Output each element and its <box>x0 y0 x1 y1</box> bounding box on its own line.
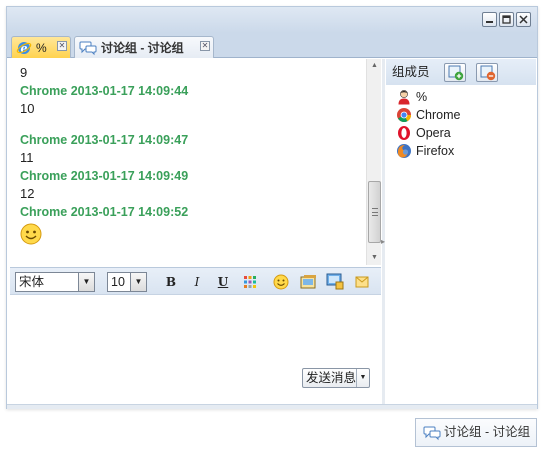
maximize-icon <box>502 15 511 24</box>
tab-close-button[interactable]: ✕ <box>57 41 67 51</box>
taskbar-discussion-tab[interactable]: 讨论组 - 讨论组 <box>415 418 537 447</box>
chat-window: e % ✕ 讨论组 - 讨论组 ✕ 9 Chrome 2013-01-17 14… <box>6 6 538 409</box>
member-panel-title: 组成员 <box>392 65 430 79</box>
message-text: 10 <box>20 101 35 116</box>
close-icon <box>519 15 528 24</box>
member-item[interactable]: Opera <box>396 124 451 142</box>
font-size-value: 10 <box>111 275 125 289</box>
message-text: 12 <box>20 186 35 201</box>
format-toolbar: 宋体 ▼ 10 ▼ B I U <box>10 267 381 295</box>
tab-discussion[interactable]: 讨论组 - 讨论组 ✕ <box>74 36 214 58</box>
message-sender: Chrome 2013-01-17 14:09:47 <box>20 133 189 147</box>
tab-percent[interactable]: e % ✕ <box>11 36 71 58</box>
scroll-up-arrow-icon[interactable]: ▲ <box>367 59 381 73</box>
ie-icon: e <box>16 41 32 55</box>
discussion-icon <box>423 426 441 441</box>
message-sender: Chrome 2013-01-17 14:09:52 <box>20 205 189 219</box>
italic-button[interactable]: I <box>189 274 205 290</box>
chat-history[interactable]: 9 Chrome 2013-01-17 14:09:44 10 Chrome 2… <box>10 59 381 265</box>
remove-member-icon <box>480 65 496 81</box>
message-list: 9 Chrome 2013-01-17 14:09:44 10 Chrome 2… <box>20 64 360 248</box>
member-panel-header: 组成员 <box>386 59 536 85</box>
tab-close-button[interactable]: ✕ <box>200 41 210 51</box>
member-name: Opera <box>416 126 451 140</box>
tab-label: % <box>36 40 47 55</box>
member-item[interactable]: Firefox <box>396 142 454 160</box>
add-member-icon <box>448 65 464 81</box>
firefox-icon <box>397 144 411 158</box>
window-bottom-border <box>7 404 537 409</box>
send-button[interactable]: 发送消息 ▼ <box>302 368 370 388</box>
chrome-icon <box>397 108 412 123</box>
dropdown-arrow-icon[interactable]: ▼ <box>130 273 146 291</box>
color-palette-icon[interactable] <box>243 275 257 289</box>
remove-member-button[interactable] <box>476 63 498 82</box>
message-history-icon[interactable] <box>355 275 369 289</box>
message-text: 11 <box>20 150 34 165</box>
add-member-button[interactable] <box>444 63 466 82</box>
message-sender: Chrome 2013-01-17 14:09:44 <box>20 84 189 98</box>
opera-icon <box>398 126 410 140</box>
minimize-icon <box>486 21 493 23</box>
member-name: Chrome <box>416 108 461 122</box>
close-button[interactable] <box>516 12 531 27</box>
member-item[interactable]: % <box>396 88 427 106</box>
smiley-emoticon-icon <box>20 223 42 245</box>
scroll-down-arrow-icon[interactable]: ▼ <box>367 251 381 265</box>
member-item[interactable]: Chrome <box>396 106 460 124</box>
tab-label: 讨论组 - 讨论组 <box>101 41 184 55</box>
message-text: 9 <box>20 65 28 80</box>
font-family-select[interactable]: 宋体 ▼ <box>15 272 95 292</box>
bold-button[interactable]: B <box>163 274 179 290</box>
member-name: Firefox <box>416 144 455 158</box>
send-options-arrow-icon[interactable]: ▼ <box>356 369 369 387</box>
underline-button[interactable]: U <box>215 274 231 290</box>
image-icon[interactable] <box>300 274 317 290</box>
dropdown-arrow-icon[interactable]: ▼ <box>78 273 94 291</box>
member-panel: 组成员 % Chrome Opera Firefox <box>386 59 536 405</box>
send-button-label: 发送消息 <box>306 371 357 385</box>
font-size-select[interactable]: 10 ▼ <box>107 272 147 292</box>
emoticon-icon[interactable] <box>273 274 289 290</box>
tab-bar: e % ✕ 讨论组 - 讨论组 ✕ <box>7 33 537 58</box>
scroll-thumb[interactable] <box>368 181 381 243</box>
minimize-button[interactable] <box>482 12 497 27</box>
title-bar[interactable] <box>7 7 537 33</box>
window-controls <box>482 12 531 27</box>
chat-scrollbar[interactable]: ▲ ▼ <box>366 59 381 265</box>
screenshot-icon[interactable] <box>326 273 344 290</box>
message-sender: Chrome 2013-01-17 14:09:49 <box>20 169 189 183</box>
discussion-icon <box>79 41 97 55</box>
person-icon <box>398 90 410 105</box>
taskbar-tab-label: 讨论组 - 讨论组 <box>444 425 531 439</box>
member-name: % <box>416 90 428 104</box>
maximize-button[interactable] <box>499 12 514 27</box>
font-family-value: 宋体 <box>19 275 45 289</box>
